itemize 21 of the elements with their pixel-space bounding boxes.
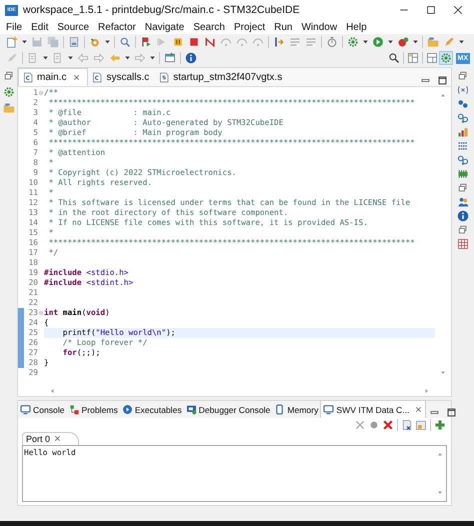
panel-tab[interactable]: Executables (120, 401, 184, 418)
window-title: workspace_1.5.1 - printdebug/Src/main.c - STM32CubeIDE (23, 4, 300, 16)
menu-item[interactable]: Project (230, 22, 270, 32)
panel-tab[interactable]: Problems (66, 401, 120, 418)
menu-item[interactable]: Refactor (94, 22, 141, 32)
panel-tab[interactable]: Debugger Console (184, 401, 272, 418)
menu-item[interactable]: Navigate (140, 22, 190, 32)
panel-tab[interactable]: SWV ITM Data C... (320, 400, 426, 418)
menu-item[interactable]: Source (53, 22, 94, 32)
menu-item[interactable]: Help (342, 22, 372, 32)
menu-item[interactable]: Search (189, 22, 230, 32)
panel-tab[interactable]: Console (18, 401, 67, 418)
panel-tab[interactable]: Memory (272, 401, 320, 418)
menu-item[interactable]: Edit (27, 22, 54, 32)
port-tab[interactable]: Port 0 (22, 432, 80, 445)
menu-item[interactable]: File (2, 22, 28, 32)
menu-item[interactable]: Window (297, 22, 342, 32)
editor-tab[interactable]: main.c (18, 68, 88, 86)
editor-tab[interactable]: syscalls.c (88, 69, 156, 86)
editor-tab[interactable]: startup_stm32f407vgtx.s (155, 69, 288, 86)
menu-item[interactable]: Run (270, 22, 298, 32)
